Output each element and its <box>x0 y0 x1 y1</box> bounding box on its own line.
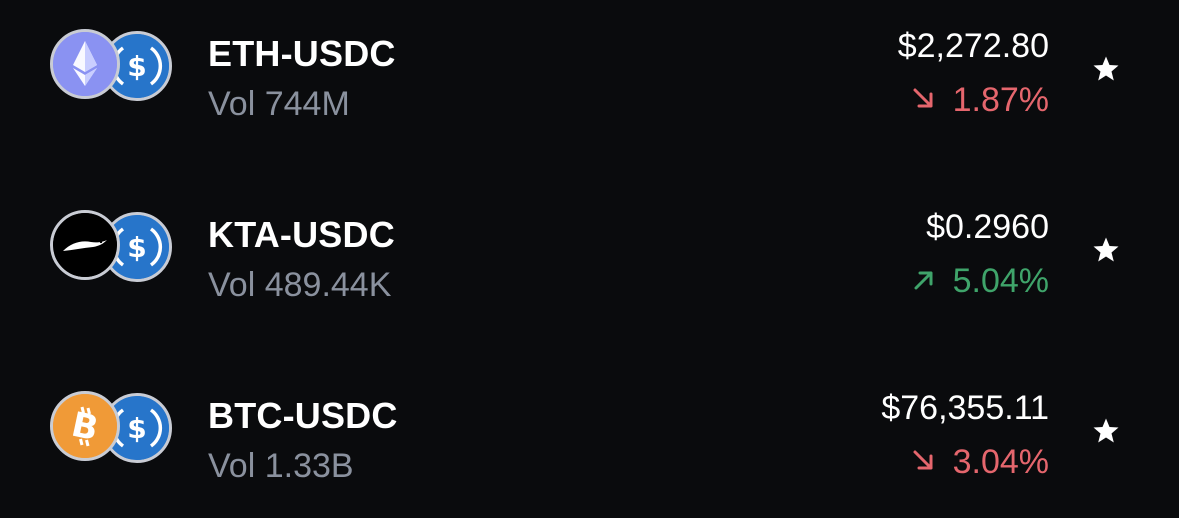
change-value: 5.04% <box>952 262 1049 300</box>
market-row-kta-usdc[interactable]: $ KTA-USDC Vol 489.44K $0.2960 5.04% <box>0 174 1179 324</box>
svg-text:$: $ <box>127 50 146 83</box>
svg-text:$: $ <box>127 231 146 264</box>
price-label: $2,272.80 <box>897 27 1049 65</box>
market-list: $ ETH-USDC Vol 744M $2,272.80 1.87% $ KT… <box>0 0 1179 518</box>
pair-icons: $ B <box>50 391 174 465</box>
arrow-down-right-icon <box>913 450 933 470</box>
kta-icon <box>50 210 120 280</box>
pair-name: ETH-USDC <box>208 33 396 74</box>
volume-label: Vol 1.33B <box>208 447 354 485</box>
star-icon[interactable] <box>1092 55 1120 83</box>
svg-text:$: $ <box>127 412 146 445</box>
volume-label: Vol 489.44K <box>208 266 392 304</box>
arrow-up-right-icon <box>914 271 933 290</box>
change-value: 1.87% <box>952 81 1049 119</box>
market-row-eth-usdc[interactable]: $ ETH-USDC Vol 744M $2,272.80 1.87% <box>0 0 1179 143</box>
price-label: $0.2960 <box>926 208 1049 246</box>
change-label: 1.87% <box>911 81 1049 120</box>
btc-icon: B <box>50 391 120 461</box>
star-icon[interactable] <box>1092 417 1120 445</box>
pair-icons: $ <box>50 210 174 284</box>
change-label: 5.04% <box>911 262 1049 301</box>
arrow-down-right-icon <box>913 88 933 108</box>
pair-icons: $ <box>50 29 174 103</box>
pair-name: KTA-USDC <box>208 214 395 255</box>
price-label: $76,355.11 <box>881 389 1049 427</box>
star-icon[interactable] <box>1092 236 1120 264</box>
change-value: 3.04% <box>952 443 1049 481</box>
change-label: 3.04% <box>911 443 1049 482</box>
pair-name: BTC-USDC <box>208 395 398 436</box>
market-row-btc-usdc[interactable]: $ B BTC-USDC Vol 1.33B $76,355.11 3.04% <box>0 355 1179 505</box>
eth-icon <box>50 29 120 99</box>
volume-label: Vol 744M <box>208 85 350 123</box>
